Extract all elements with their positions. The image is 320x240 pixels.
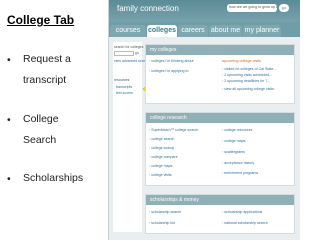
link-scholarship-search[interactable]: scholarship search: [149, 210, 181, 214]
link-college-maps[interactable]: college maps: [149, 164, 172, 168]
bullet-dot: •: [7, 114, 11, 126]
tab-courses[interactable]: courses: [110, 25, 146, 37]
tab-careers[interactable]: careers: [178, 25, 208, 37]
visit-item[interactable]: 2 upcoming deadlines for 7...: [222, 79, 270, 83]
view-all-visits-link[interactable]: view all upcoming college visits: [222, 87, 274, 91]
header-search-input[interactable]: how are we going to grow up and explore?: [227, 4, 277, 12]
visit-item[interactable]: visited no colleges of Cal State...: [222, 67, 276, 71]
bullet-line: transcript: [23, 74, 67, 86]
header-search-button[interactable]: go: [279, 4, 289, 12]
bullet-dot: •: [7, 54, 11, 66]
bullet-line: Request a: [23, 53, 71, 65]
panel-title: my colleges: [146, 45, 294, 55]
link-college-search[interactable]: college search: [149, 137, 174, 141]
bullet-line: College: [23, 113, 59, 125]
bullet-line: Scholarships: [23, 172, 84, 184]
tab-about-me[interactable]: about me: [209, 25, 242, 37]
link-colleges-thinking-about[interactable]: colleges I'm thinking about: [149, 59, 193, 63]
sidebar-search-input[interactable]: [114, 51, 134, 56]
sidebar: search for colleges go view advanced sea…: [113, 42, 152, 232]
link-scholarship-list[interactable]: scholarship list: [149, 221, 175, 225]
brand-logo: family connection: [117, 4, 179, 13]
link-college-resources[interactable]: college resources: [222, 128, 252, 132]
link-college-maps-right[interactable]: college maps: [222, 139, 245, 143]
link-colleges-applying-to[interactable]: colleges I'm applying to: [149, 69, 188, 73]
link-enrichment-programs[interactable]: enrichment programs: [222, 171, 258, 175]
upcoming-visits-label: upcoming college visits: [222, 59, 262, 63]
link-supermatch[interactable]: SuperMatch™ college search: [149, 128, 198, 132]
link-college-visits[interactable]: college visits: [149, 173, 171, 177]
sidebar-go-button[interactable]: go: [135, 51, 139, 55]
panel-title: scholarships & money: [146, 195, 294, 205]
bullet-line: Search: [23, 134, 57, 146]
sidebar-search-label: search for colleges: [114, 45, 144, 49]
scholarships-panel: scholarships & money scholarship search …: [145, 194, 295, 234]
family-connection-screenshot: family connection how are we going to gr…: [108, 0, 300, 240]
visit-item[interactable]: 2 upcoming visits scheduled...: [222, 73, 272, 77]
link-college-compare[interactable]: college compare: [149, 155, 177, 159]
link-national-scholarship-search[interactable]: national scholarship search: [222, 221, 268, 225]
sidebar-resources-label: resources: [114, 78, 130, 82]
panel-title: college research: [146, 113, 294, 123]
sidebar-link-test-scores[interactable]: test scores: [116, 91, 133, 95]
link-college-lookup[interactable]: college lookup: [149, 146, 174, 150]
tab-colleges[interactable]: colleges: [147, 25, 177, 37]
link-scholarship-applications[interactable]: scholarship applications: [222, 210, 262, 214]
college-research-panel: college research SuperMatch™ college sea…: [145, 112, 295, 186]
my-colleges-panel: my colleges colleges I'm thinking about …: [145, 44, 295, 104]
sidebar-link-transcripts[interactable]: transcripts: [116, 85, 132, 89]
bullet-dot: •: [7, 173, 11, 185]
link-acceptance-history[interactable]: acceptance history: [222, 161, 254, 165]
slide-title: College Tab: [7, 13, 75, 27]
tab-my-planner[interactable]: my planner: [243, 25, 281, 37]
tab-bar: courses colleges careers about me my pla…: [109, 22, 300, 37]
link-scattergrams[interactable]: scattergrams: [222, 150, 245, 154]
header-banner: family connection how are we going to gr…: [109, 0, 300, 22]
